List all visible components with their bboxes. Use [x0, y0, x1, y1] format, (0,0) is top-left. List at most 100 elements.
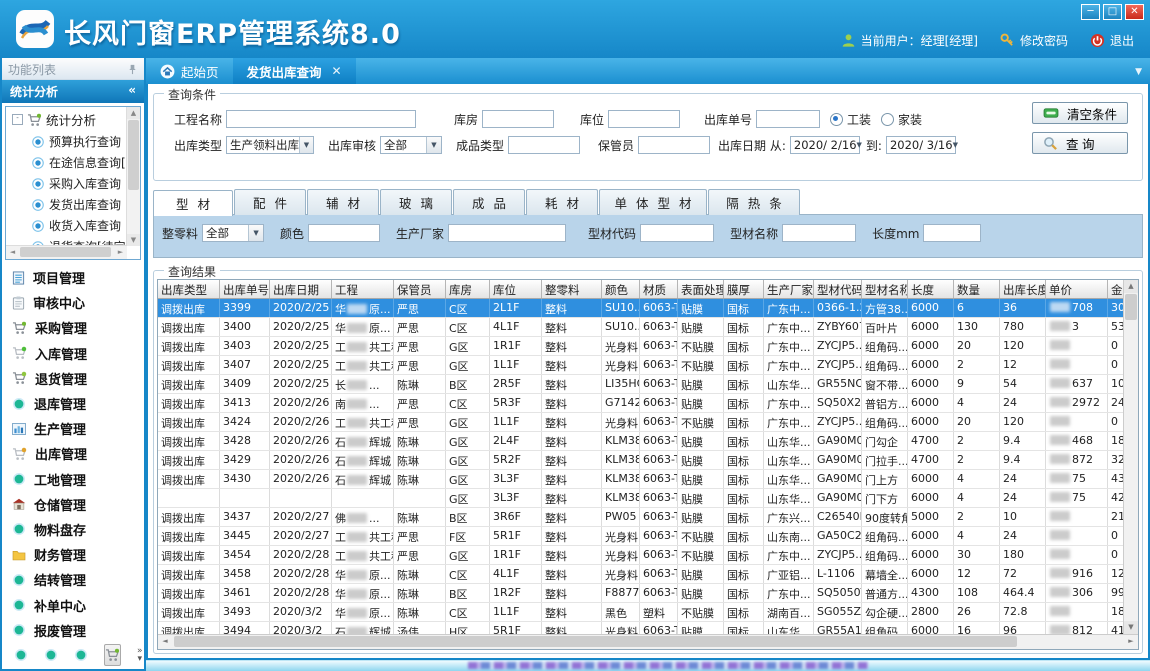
- scroll-right-icon[interactable]: ►: [1124, 635, 1138, 648]
- sidebar-overflow-button[interactable]: »▾: [137, 647, 143, 663]
- order-no-input[interactable]: [756, 110, 820, 128]
- dot-icon[interactable]: [44, 648, 58, 662]
- column-header-表面处理[interactable]: 表面处理: [678, 280, 724, 298]
- column-header-库位[interactable]: 库位: [490, 280, 542, 298]
- maximize-button[interactable]: □: [1103, 4, 1122, 20]
- code-input[interactable]: [640, 224, 714, 242]
- dot-icon[interactable]: [14, 648, 28, 662]
- radio-workwear[interactable]: 工装: [830, 111, 871, 128]
- table-row[interactable]: 调拨出库34612020/2/28华原...陈琳B区1R2F整料F8877FT6…: [158, 584, 1138, 603]
- column-header-生产厂家[interactable]: 生产厂家: [764, 280, 814, 298]
- tree-root-statistics[interactable]: - 统计分析: [6, 107, 127, 131]
- column-header-保管员[interactable]: 保管员: [394, 280, 446, 298]
- column-header-数量[interactable]: 数量: [954, 280, 1000, 298]
- location-input[interactable]: [608, 110, 680, 128]
- column-header-工程[interactable]: 工程: [332, 280, 394, 298]
- table-row[interactable]: 调拨出库34542020/2/28工共工程严思G区1R1F整料光身料6063-T…: [158, 546, 1138, 565]
- scroll-down-icon[interactable]: ▼: [127, 234, 140, 246]
- column-header-膜厚[interactable]: 膜厚: [724, 280, 764, 298]
- material-tab-玻璃[interactable]: 玻璃: [380, 189, 452, 215]
- column-header-材质[interactable]: 材质: [640, 280, 678, 298]
- column-header-颜色[interactable]: 颜色: [602, 280, 640, 298]
- sidebar-item-退库管理[interactable]: 退库管理: [12, 394, 144, 413]
- sidebar-item-仓储管理[interactable]: 仓储管理: [12, 495, 144, 514]
- tree-expander-icon[interactable]: -: [12, 114, 23, 125]
- date-to-select[interactable]: 2020/ 3/16▼: [886, 136, 956, 154]
- warehouse-input[interactable]: [482, 110, 554, 128]
- column-header-库房[interactable]: 库房: [446, 280, 490, 298]
- sidebar-item-出库管理[interactable]: 出库管理: [12, 444, 144, 463]
- tree-vertical-scrollbar[interactable]: ▲ ▼: [126, 107, 140, 246]
- tree-item-预算执行查询[interactable]: 预算执行查询: [6, 131, 127, 152]
- material-tab-隔热条[interactable]: 隔热条: [708, 189, 800, 215]
- table-row[interactable]: 调拨出库34282020/2/26石辉城陈琳G区2L4F整料KLM3817606…: [158, 432, 1138, 451]
- scroll-left-icon[interactable]: ◄: [158, 635, 172, 648]
- material-tab-型材[interactable]: 型材: [153, 190, 233, 216]
- tree-item-在途信息查询待[interactable]: 在途信息查询[待: [6, 152, 127, 173]
- date-from-select[interactable]: 2020/ 2/16▼: [790, 136, 860, 154]
- table-row[interactable]: 调拨出库34302020/2/26石辉城陈琳G区3L3F整料KLM3817606…: [158, 470, 1138, 489]
- sidebar-item-补单中心[interactable]: 补单中心: [12, 596, 144, 615]
- sidebar-item-结转管理[interactable]: 结转管理: [12, 570, 144, 589]
- dot-icon[interactable]: [74, 648, 88, 662]
- column-header-整零料[interactable]: 整零料: [542, 280, 602, 298]
- project-name-input[interactable]: [226, 110, 416, 128]
- color-input[interactable]: [308, 224, 380, 242]
- sidebar-item-工地管理[interactable]: 工地管理: [12, 470, 144, 489]
- sidebar-item-物料盘存[interactable]: 物料盘存: [12, 520, 144, 539]
- table-row[interactable]: G区3L3F整料KLM38176063-T5贴膜国标山东华...GA90M09.…: [158, 489, 1138, 508]
- sidebar-item-入库管理[interactable]: 入库管理: [12, 344, 144, 363]
- audit-select[interactable]: 全部▼: [380, 136, 442, 154]
- scroll-left-icon[interactable]: ◄: [6, 246, 19, 259]
- column-header-出库类型[interactable]: 出库类型: [158, 280, 220, 298]
- tree-item-收货入库查询[interactable]: 收货入库查询: [6, 215, 127, 236]
- column-header-型材名称[interactable]: 型材名称: [862, 280, 908, 298]
- sidebar-item-项目管理[interactable]: 项目管理: [12, 268, 144, 287]
- material-tab-耗材[interactable]: 耗材: [526, 189, 598, 215]
- part-select[interactable]: 全部▼: [202, 224, 264, 242]
- logout-button[interactable]: 退出: [1090, 32, 1134, 49]
- table-row[interactable]: 调拨出库34032020/2/25工共工程严思G区1R1F整料光身料6063-T…: [158, 337, 1138, 356]
- radio-home[interactable]: 家装: [881, 111, 922, 128]
- clear-conditions-button[interactable]: 清空条件: [1032, 102, 1128, 124]
- table-row[interactable]: 调拨出库34942020/3/2石辉城汤伟H区5R1F整料光身料6063-T5贴…: [158, 622, 1138, 634]
- column-header-长度[interactable]: 长度: [908, 280, 954, 298]
- factory-input[interactable]: [448, 224, 566, 242]
- material-tab-辅材[interactable]: 辅材: [307, 189, 379, 215]
- table-row[interactable]: 调拨出库34932020/3/2华原...陈琳C区1L1F整料黑色塑料不贴膜国标…: [158, 603, 1138, 622]
- table-horizontal-scrollbar[interactable]: ◄ ►: [158, 634, 1138, 649]
- scroll-up-icon[interactable]: ▲: [127, 107, 140, 119]
- length-input[interactable]: [923, 224, 981, 242]
- sidebar-item-采购管理[interactable]: 采购管理: [12, 318, 144, 337]
- tab-发货出库查询[interactable]: 发货出库查询✕: [233, 58, 356, 84]
- material-tab-单体型材[interactable]: 单体型材: [599, 189, 707, 215]
- tree-item-发货出库查询[interactable]: 发货出库查询: [6, 194, 127, 215]
- tree-horizontal-scrollbar[interactable]: ◄ ►: [6, 245, 127, 259]
- table-row[interactable]: 调拨出库34292020/2/26石辉城陈琳G区5R2F整料KLM3817606…: [158, 451, 1138, 470]
- sidebar-group-header[interactable]: 统计分析 «: [2, 80, 144, 103]
- change-password-button[interactable]: 修改密码: [1000, 32, 1068, 49]
- pin-icon[interactable]: [127, 64, 138, 75]
- sidebar-item-审核中心[interactable]: 审核中心: [12, 293, 144, 312]
- column-header-出库日期[interactable]: 出库日期: [270, 280, 332, 298]
- scroll-right-icon[interactable]: ►: [114, 246, 127, 259]
- collapse-icon[interactable]: «: [128, 83, 136, 103]
- column-header-出库单号[interactable]: 出库单号: [220, 280, 270, 298]
- tabstrip-dropdown-icon[interactable]: ▼: [1135, 67, 1142, 77]
- cart-quick-button[interactable]: [104, 644, 121, 666]
- tree-item-采购入库查询[interactable]: 采购入库查询: [6, 173, 127, 194]
- material-tab-成品[interactable]: 成品: [453, 189, 525, 215]
- table-row[interactable]: 调拨出库34372020/2/27佛...陈琳B区3R6F整料PW056063-…: [158, 508, 1138, 527]
- sidebar-item-报废管理[interactable]: 报废管理: [12, 621, 144, 640]
- scroll-up-icon[interactable]: ▲: [1124, 280, 1138, 293]
- column-header-型材代码[interactable]: 型材代码: [814, 280, 862, 298]
- table-vertical-scrollbar[interactable]: ▲ ▼: [1123, 280, 1138, 634]
- keeper-input[interactable]: [638, 136, 710, 154]
- scroll-down-icon[interactable]: ▼: [1124, 621, 1138, 634]
- table-row[interactable]: 调拨出库34092020/2/25长...陈琳B区2R5F整料LI35HO606…: [158, 375, 1138, 394]
- minimize-button[interactable]: ─: [1081, 4, 1100, 20]
- tab-起始页[interactable]: 起始页: [146, 58, 233, 84]
- sidebar-item-财务管理[interactable]: 财务管理: [12, 545, 144, 564]
- column-header-单价[interactable]: 单价: [1046, 280, 1108, 298]
- product-type-input[interactable]: [508, 136, 580, 154]
